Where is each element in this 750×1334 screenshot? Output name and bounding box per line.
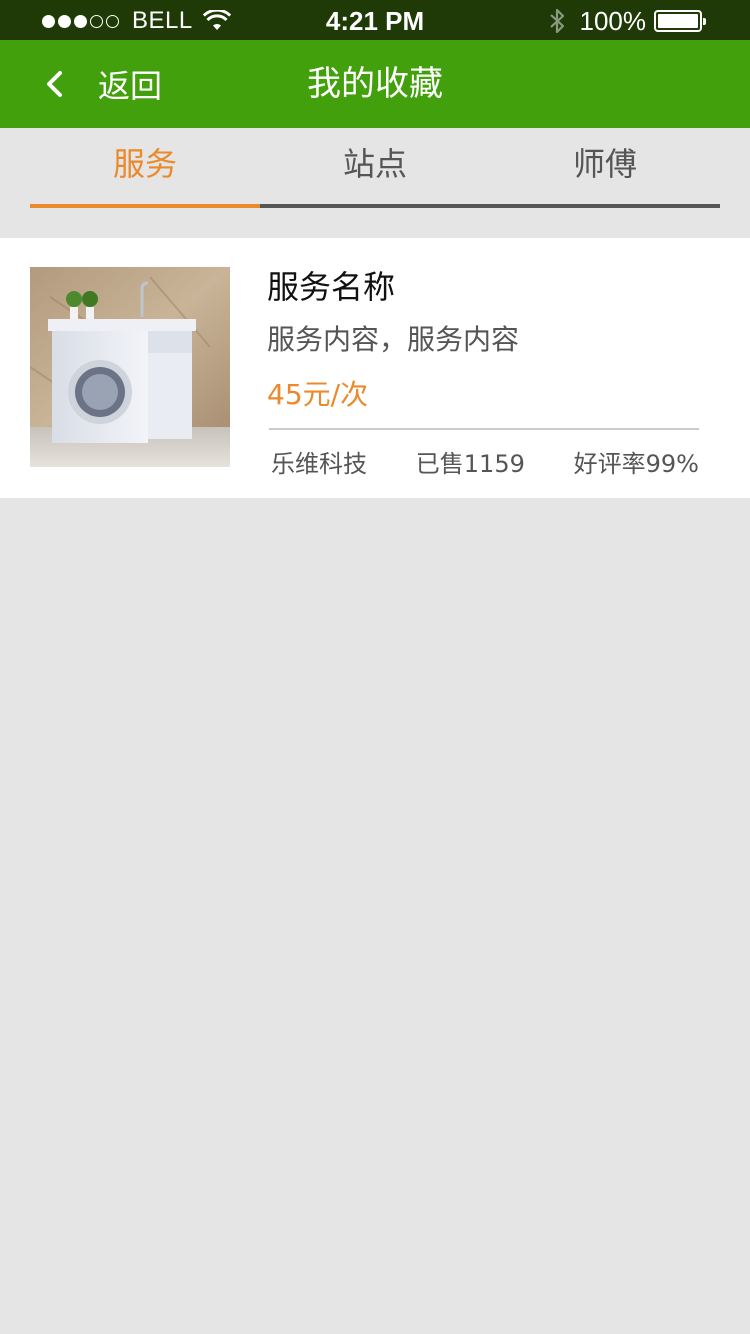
tab-services[interactable]: 服务	[30, 128, 260, 208]
washing-machine-image	[30, 267, 230, 467]
tab-masters[interactable]: 师傅	[490, 128, 720, 208]
tab-stations[interactable]: 站点	[260, 128, 490, 208]
divider	[269, 428, 699, 430]
status-bar: BELL 4:21 PM 100%	[0, 0, 750, 40]
service-title: 服务名称	[267, 268, 396, 306]
chevron-left-icon	[47, 71, 62, 97]
status-right: 100%	[548, 5, 706, 36]
nav-bar: 返回 我的收藏	[0, 40, 750, 128]
battery-icon	[654, 10, 706, 32]
back-label: 返回	[98, 67, 163, 105]
battery-tip	[703, 18, 706, 25]
battery-level	[658, 14, 698, 28]
service-price: 45元/次	[267, 378, 369, 411]
service-meta: 乐维科技 已售1159 好评率99%	[271, 444, 699, 479]
vendor-name: 乐维科技	[271, 450, 367, 478]
service-thumbnail	[30, 267, 230, 467]
bluetooth-icon	[549, 8, 564, 34]
favorites-tabs: 服务 站点 师傅	[30, 128, 720, 208]
service-description: 服务内容，服务内容	[267, 323, 520, 356]
back-button[interactable]: 返回	[40, 40, 162, 128]
favorite-service-card[interactable]: 服务名称 服务内容，服务内容 45元/次 乐维科技 已售1159 好评率99%	[0, 238, 750, 498]
rating: 好评率99%	[573, 450, 699, 478]
battery-percent: 100%	[579, 5, 647, 36]
sold-count: 已售1159	[415, 450, 525, 478]
